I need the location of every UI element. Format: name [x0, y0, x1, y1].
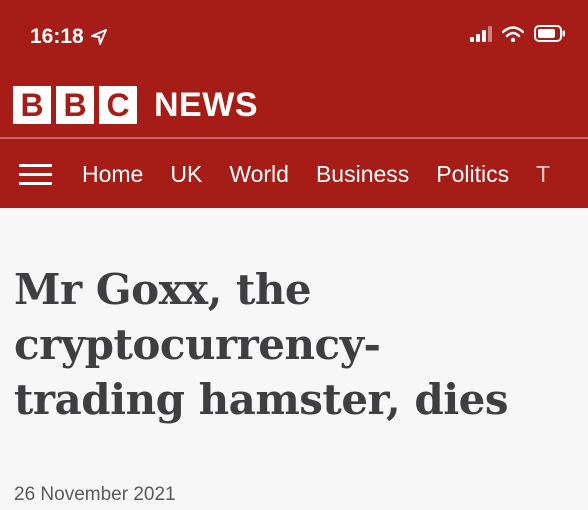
status-icons — [470, 25, 566, 42]
headline-line-2: cryptocurrency- — [14, 320, 381, 369]
header-divider — [0, 137, 588, 139]
nav-item-home[interactable]: Home — [82, 159, 143, 189]
nav-item-world[interactable]: World — [229, 159, 289, 189]
main-nav: Home UK World Business Politics T — [82, 159, 550, 189]
wifi-icon — [502, 25, 524, 42]
article-headline: Mr Goxx, the cryptocurrency- trading ham… — [14, 262, 574, 427]
status-time-text: 16:18 — [30, 25, 84, 48]
status-time: 16:18 — [30, 24, 107, 50]
nav-item-uk[interactable]: UK — [170, 159, 202, 189]
location-arrow-icon — [90, 29, 107, 45]
nav-item-politics[interactable]: Politics — [436, 159, 509, 189]
headline-line-1: Mr Goxx, the — [14, 265, 312, 314]
logo-letter-c: C — [99, 86, 137, 124]
battery-icon — [534, 25, 565, 42]
bbc-news-logo[interactable]: B B C NEWS — [13, 86, 258, 124]
logo-letter-b2: B — [56, 86, 94, 124]
logo-letter-b1: B — [13, 86, 51, 124]
article-date: 26 November 2021 — [14, 484, 176, 505]
signal-icon — [470, 25, 492, 42]
nav-item-business[interactable]: Business — [316, 159, 409, 189]
nav-fade-overlay — [528, 150, 588, 200]
menu-icon[interactable] — [19, 164, 52, 186]
bbc-header: 16:18 B B C NEWS Home UK World Business … — [0, 0, 588, 208]
logo-news-word: NEWS — [154, 86, 258, 124]
headline-line-3: trading hamster, dies — [14, 375, 509, 424]
